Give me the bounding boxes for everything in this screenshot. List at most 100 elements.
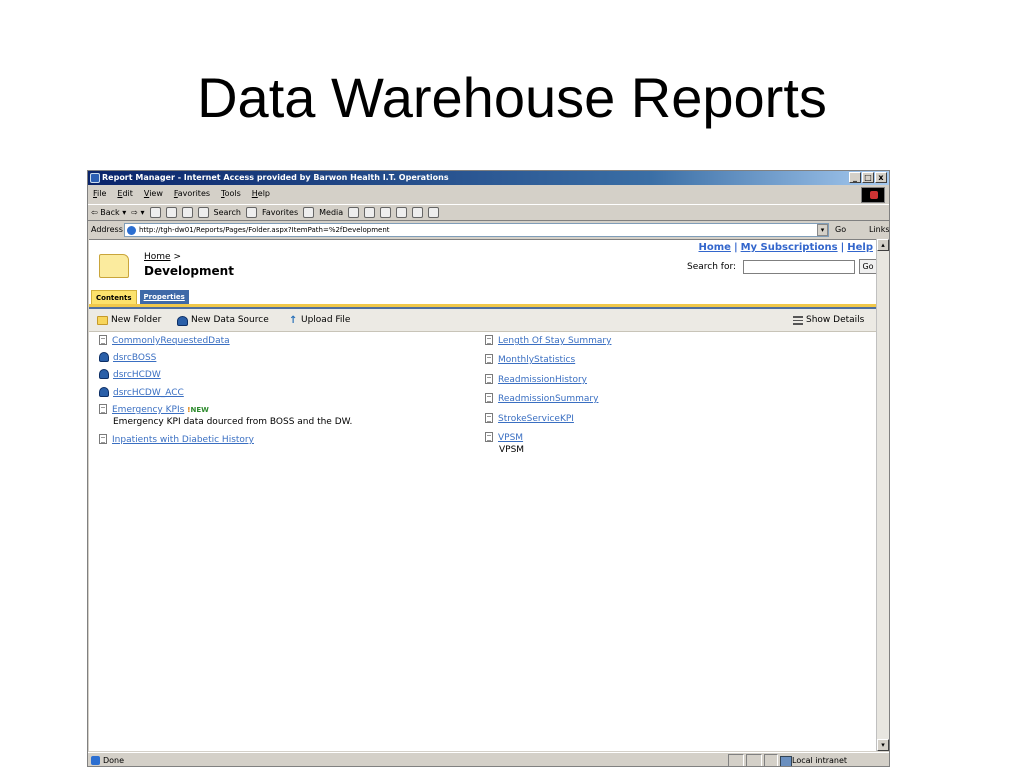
- item-description: VPSM: [499, 445, 525, 455]
- help-link[interactable]: Help: [847, 242, 873, 253]
- tab-properties[interactable]: Properties: [139, 290, 189, 304]
- tab-contents[interactable]: Contents: [91, 290, 137, 304]
- vertical-scrollbar[interactable]: ▴ ▾: [876, 239, 889, 751]
- scroll-down-icon[interactable]: ▾: [877, 739, 889, 751]
- edit-icon[interactable]: [396, 207, 408, 218]
- new-data-source-button[interactable]: New Data Source: [177, 309, 269, 332]
- data-source-icon: [99, 369, 109, 379]
- scroll-up-icon[interactable]: ▴: [877, 239, 889, 251]
- search-input[interactable]: [743, 260, 855, 274]
- list-item: MonthlyStatistics: [485, 354, 575, 365]
- discuss-icon[interactable]: [412, 207, 424, 218]
- report-icon: [99, 404, 107, 414]
- breadcrumb-home-link[interactable]: Home: [144, 252, 171, 262]
- menu-edit[interactable]: Edit: [117, 186, 133, 202]
- status-panel: [746, 754, 762, 766]
- item-dsrc-hcdw-acc[interactable]: dsrcHCDW_ACC: [113, 388, 184, 398]
- window-title: Report Manager - Internet Access provide…: [102, 173, 449, 182]
- address-url: http://tgh-dw01/Reports/Pages/Folder.asp…: [139, 226, 390, 234]
- list-item: VPSM VPSM: [485, 432, 524, 455]
- menu-help[interactable]: Help: [252, 186, 270, 202]
- search-button[interactable]: Search: [214, 204, 241, 221]
- item-stroke-service-kpi[interactable]: StrokeServiceKPI: [498, 414, 574, 424]
- data-source-icon: [99, 352, 109, 362]
- security-zone: Local intranet: [780, 753, 847, 766]
- search-go-button[interactable]: Go: [859, 259, 876, 274]
- item-readmission-history[interactable]: ReadmissionHistory: [498, 375, 587, 385]
- left-item-list: CommonlyRequestedData dsrcBOSS dsrcHCDW …: [99, 335, 479, 455]
- link-separator: |: [733, 242, 738, 253]
- item-vpsm[interactable]: VPSM: [498, 433, 523, 443]
- home-icon[interactable]: [181, 207, 193, 218]
- my-subscriptions-link[interactable]: My Subscriptions: [741, 242, 838, 253]
- back-button[interactable]: ⇦ Back ▾: [91, 204, 126, 221]
- upload-file-button[interactable]: ↑ Upload File: [289, 309, 350, 332]
- item-commonly-requested-data[interactable]: CommonlyRequestedData: [112, 336, 230, 346]
- report-icon: [485, 335, 493, 345]
- home-link[interactable]: Home: [699, 242, 731, 253]
- links-button[interactable]: Links: [869, 222, 889, 238]
- list-item: Length Of Stay Summary: [485, 335, 611, 346]
- list-item: dsrcHCDW_ACC: [99, 387, 184, 398]
- history-icon[interactable]: [348, 207, 360, 218]
- folder-icon: [99, 254, 129, 278]
- menu-view[interactable]: View: [144, 186, 163, 202]
- page-icon: [127, 226, 136, 235]
- breadcrumb: Home >: [144, 252, 181, 262]
- status-text: Done: [91, 753, 124, 766]
- media-icon: [303, 207, 315, 218]
- list-item: ReadmissionSummary: [485, 393, 598, 404]
- list-item: Emergency KPIs !NEW Emergency KPI data do…: [99, 404, 352, 427]
- window-titlebar[interactable]: Report Manager - Internet Access provide…: [88, 171, 889, 185]
- new-data-source-label: New Data Source: [191, 315, 269, 325]
- item-length-of-stay-summary[interactable]: Length Of Stay Summary: [498, 336, 611, 346]
- favorites-icon: [245, 207, 257, 218]
- details-icon: [793, 316, 803, 325]
- browser-window: Report Manager - Internet Access provide…: [87, 170, 890, 767]
- item-readmission-summary[interactable]: ReadmissionSummary: [498, 394, 598, 404]
- item-monthly-statistics[interactable]: MonthlyStatistics: [498, 355, 575, 365]
- show-details-button[interactable]: Show Details: [793, 309, 864, 332]
- menu-favorites[interactable]: Favorites: [174, 186, 210, 202]
- item-dsrc-boss[interactable]: dsrcBOSS: [113, 353, 156, 363]
- show-details-label: Show Details: [806, 315, 865, 325]
- new-badge: !NEW: [187, 406, 209, 414]
- print-icon[interactable]: [380, 207, 392, 218]
- stop-icon[interactable]: [149, 207, 161, 218]
- new-folder-icon: [97, 316, 108, 325]
- address-bar: Address http://tgh-dw01/Reports/Pages/Fo…: [88, 222, 889, 238]
- slide-title: Data Warehouse Reports: [197, 66, 827, 129]
- list-item: Inpatients with Diabetic History: [99, 434, 254, 445]
- media-button[interactable]: Media: [319, 204, 343, 221]
- close-button[interactable]: x: [875, 172, 887, 183]
- item-dsrc-hcdw[interactable]: dsrcHCDW: [113, 370, 161, 380]
- menu-file[interactable]: File: [93, 186, 106, 202]
- minimize-button[interactable]: _: [849, 172, 861, 183]
- new-badge-text: NEW: [190, 406, 209, 414]
- new-folder-label: New Folder: [111, 315, 162, 325]
- report-icon: [99, 434, 107, 444]
- right-item-list: Length Of Stay Summary MonthlyStatistics…: [485, 335, 865, 465]
- messenger-icon[interactable]: [428, 207, 440, 218]
- address-dropdown-icon[interactable]: ▾: [817, 224, 828, 236]
- go-button[interactable]: Go: [835, 222, 846, 238]
- item-inpatients-diabetic-history[interactable]: Inpatients with Diabetic History: [112, 435, 254, 445]
- report-icon: [485, 413, 493, 423]
- status-panel: [728, 754, 744, 766]
- windows-logo-icon: [861, 187, 885, 203]
- forward-button[interactable]: ⇨ ▾: [131, 204, 144, 221]
- refresh-icon[interactable]: [165, 207, 177, 218]
- menu-tools[interactable]: Tools: [221, 186, 241, 202]
- data-source-icon: [177, 315, 188, 326]
- item-emergency-kpis[interactable]: Emergency KPIs: [112, 405, 184, 415]
- menubar: File Edit View Favorites Tools Help: [88, 186, 889, 202]
- list-item: ReadmissionHistory: [485, 374, 587, 385]
- address-input[interactable]: http://tgh-dw01/Reports/Pages/Folder.asp…: [124, 223, 829, 237]
- mail-icon[interactable]: [364, 207, 376, 218]
- favorites-button[interactable]: Favorites: [262, 204, 298, 221]
- restore-button[interactable]: □: [862, 172, 874, 183]
- new-folder-button[interactable]: New Folder: [97, 309, 161, 332]
- page-title: Development: [144, 264, 234, 278]
- status-bar: Done Local intranet: [88, 752, 889, 766]
- search-label: Search for:: [687, 262, 737, 272]
